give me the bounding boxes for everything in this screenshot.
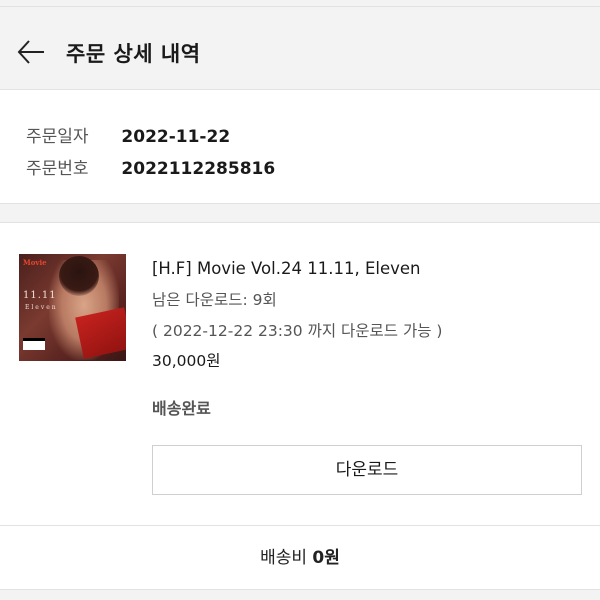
- order-number-value: 2022112285816: [121, 159, 276, 179]
- order-info-section: 주문일자 2022-11-22 주문번호 2022112285816: [0, 90, 600, 204]
- shipping-fee-label: 배송비: [260, 548, 308, 568]
- order-date-label: 주문일자: [26, 127, 89, 147]
- order-number-row: 주문번호 2022112285816: [26, 154, 275, 179]
- download-deadline: ( 2022-12-22 23:30 까지 다운로드 가능 ): [152, 322, 443, 340]
- product-price: 30,000원: [152, 352, 221, 370]
- delivery-status: 배송완료: [152, 399, 211, 418]
- album-red-object: [75, 307, 126, 359]
- order-date-row: 주문일자 2022-11-22: [26, 122, 230, 147]
- shipping-fee-row: 배송비 0원: [0, 526, 600, 590]
- back-button[interactable]: [14, 35, 48, 69]
- album-cover-image[interactable]: Movie 11.11 Eleven: [19, 254, 126, 361]
- order-date-value: 2022-11-22: [121, 127, 231, 147]
- shipping-fee-value: 0원: [312, 548, 340, 568]
- remaining-downloads: 남은 다운로드: 9회: [152, 291, 277, 309]
- app-header: 주문 상세 내역: [0, 6, 600, 90]
- order-item-card: Movie 11.11 Eleven [H.F] Movie Vol.24 11…: [0, 222, 600, 526]
- album-brand-text: Movie: [23, 258, 47, 267]
- order-number-label: 주문번호: [26, 159, 89, 179]
- product-name[interactable]: [H.F] Movie Vol.24 11.11, Eleven: [152, 259, 420, 278]
- arrow-left-icon: [17, 40, 44, 64]
- album-sub-text: Eleven: [25, 304, 58, 311]
- download-button[interactable]: 다운로드: [152, 445, 582, 495]
- album-hair: [59, 256, 99, 296]
- album-vol-text: 11.11: [23, 290, 57, 301]
- parental-advisory-bar: [23, 338, 45, 341]
- page-title: 주문 상세 내역: [66, 42, 201, 66]
